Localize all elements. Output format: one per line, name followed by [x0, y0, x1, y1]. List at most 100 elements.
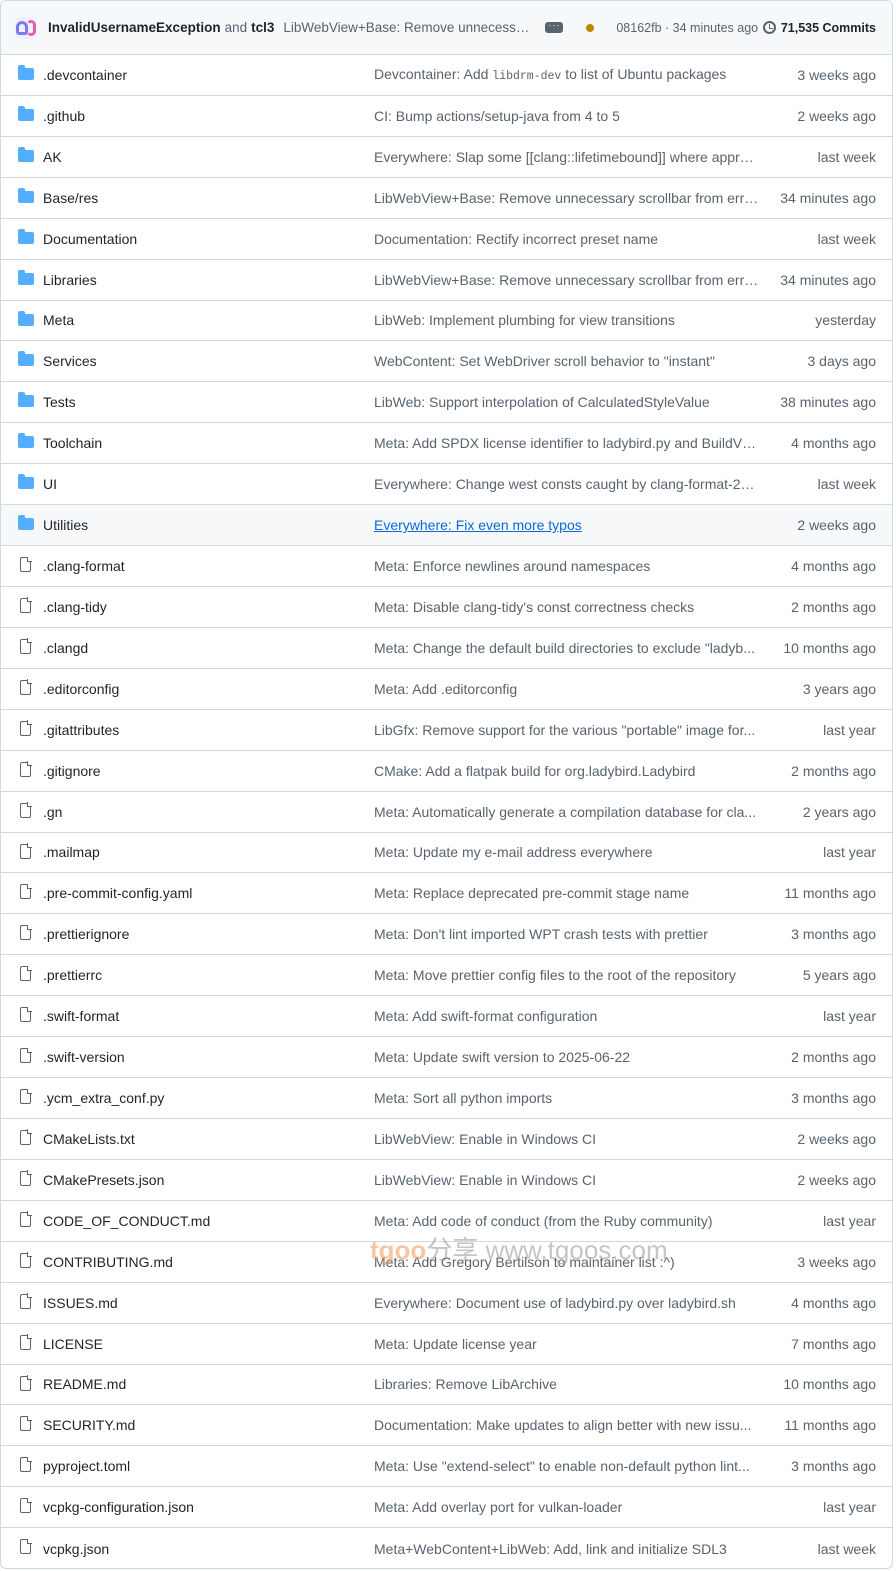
file-name-link[interactable]: Services: [43, 353, 374, 369]
table-row[interactable]: .clangd Meta: Change the default build di…: [1, 628, 892, 669]
file-name-link[interactable]: .devcontainer: [43, 67, 374, 83]
commit-message-link[interactable]: LibGfx: Remove support for the various "…: [374, 722, 759, 738]
table-row[interactable]: .gn Meta: Automatically generate a compil…: [1, 792, 892, 833]
table-row[interactable]: .gitattributes LibGfx: Remove support for…: [1, 710, 892, 751]
table-row[interactable]: .pre-commit-config.yaml Meta: Replace dep…: [1, 873, 892, 915]
status-dot-icon[interactable]: [586, 23, 595, 32]
commit-message-link[interactable]: Documentation: Rectify incorrect preset …: [374, 231, 759, 247]
commit-message-link[interactable]: Libraries: Remove LibArchive: [374, 1376, 759, 1392]
commit-message-link[interactable]: LibWeb: Support interpolation of Calcula…: [374, 394, 759, 410]
file-name-link[interactable]: Documentation: [43, 231, 374, 247]
table-row[interactable]: .gitignore CMake: Add a flatpak build for…: [1, 751, 892, 792]
file-name-link[interactable]: vcpkg.json: [43, 1541, 374, 1557]
table-row[interactable]: .github CI: Bump actions/setup-java from …: [1, 96, 892, 137]
table-row[interactable]: README.md Libraries: Remove LibArchive 10 …: [1, 1365, 892, 1406]
commit-message-link[interactable]: Meta+WebContent+LibWeb: Add, link and in…: [374, 1541, 759, 1557]
table-row[interactable]: CMakeLists.txt LibWebView: Enable in Wind…: [1, 1119, 892, 1160]
file-name-link[interactable]: .clangd: [43, 640, 374, 656]
table-row[interactable]: UI Everywhere: Change west consts caught …: [1, 464, 892, 506]
latest-commit-message[interactable]: LibWebView+Base: Remove unnecessa...: [283, 20, 533, 35]
table-row[interactable]: pyproject.toml Meta: Use "extend-select" …: [1, 1446, 892, 1488]
commit-message-link[interactable]: Meta: Update my e-mail address everywher…: [374, 844, 759, 860]
file-name-link[interactable]: Tests: [43, 394, 374, 410]
table-row[interactable]: Toolchain Meta: Add SPDX license identifi…: [1, 423, 892, 465]
commit-message-link[interactable]: Meta: Change the default build directori…: [374, 640, 759, 656]
commit-sha-time[interactable]: 08162fb · 34 minutes ago: [616, 21, 758, 35]
commit-message-link[interactable]: Meta: Add SPDX license identifier to lad…: [374, 435, 759, 451]
commit-message-link[interactable]: Meta: Use "extend-select" to enable non-…: [374, 1458, 759, 1474]
table-row[interactable]: LICENSE Meta: Update license year 7 months…: [1, 1324, 892, 1365]
commit-message-link[interactable]: Everywhere: Change west consts caught by…: [374, 476, 759, 492]
commit-message-link[interactable]: Meta: Sort all python imports: [374, 1090, 759, 1106]
table-row[interactable]: AK Everywhere: Slap some [[clang::lifetim…: [1, 137, 892, 178]
file-name-link[interactable]: Libraries: [43, 272, 374, 288]
table-row[interactable]: .mailmap Meta: Update my e-mail address e…: [1, 833, 892, 874]
commit-message-link[interactable]: LibWebView+Base: Remove unnecessary scro…: [374, 272, 759, 288]
file-name-link[interactable]: LICENSE: [43, 1336, 374, 1352]
commit-author-link[interactable]: InvalidUsernameException: [48, 20, 221, 35]
table-row[interactable]: .clang-format Meta: Enforce newlines arou…: [1, 546, 892, 587]
file-name-link[interactable]: .editorconfig: [43, 681, 374, 697]
file-name-link[interactable]: Utilities: [43, 517, 374, 533]
table-row[interactable]: Libraries LibWebView+Base: Remove unneces…: [1, 260, 892, 301]
table-row[interactable]: Base/res LibWebView+Base: Remove unnecess…: [1, 178, 892, 219]
commit-message-link[interactable]: Everywhere: Slap some [[clang::lifetimeb…: [374, 149, 759, 165]
table-row[interactable]: CMakePresets.json LibWebView: Enable in W…: [1, 1160, 892, 1201]
file-name-link[interactable]: AK: [43, 149, 374, 165]
table-row[interactable]: .ycm_extra_conf.py Meta: Sort all python …: [1, 1078, 892, 1119]
file-name-link[interactable]: .gn: [43, 804, 374, 820]
table-row[interactable]: Documentation Documentation: Rectify inco…: [1, 219, 892, 260]
file-name-link[interactable]: pyproject.toml: [43, 1458, 374, 1474]
commit-message-link[interactable]: LibWeb: Implement plumbing for view tran…: [374, 312, 759, 328]
table-row[interactable]: vcpkg.json Meta+WebContent+LibWeb: Add, l…: [1, 1528, 892, 1568]
table-row[interactable]: Services WebContent: Set WebDriver scroll…: [1, 341, 892, 383]
commit-message-link[interactable]: WebContent: Set WebDriver scroll behavio…: [374, 353, 759, 369]
expand-commit-icon[interactable]: ···: [545, 21, 564, 33]
commit-message-link[interactable]: Meta: Update license year: [374, 1336, 759, 1352]
file-name-link[interactable]: vcpkg-configuration.json: [43, 1499, 374, 1515]
file-name-link[interactable]: CMakePresets.json: [43, 1172, 374, 1188]
file-name-link[interactable]: Meta: [43, 312, 374, 328]
file-name-link[interactable]: .pre-commit-config.yaml: [43, 885, 374, 901]
commit-message-link[interactable]: Everywhere: Fix even more typos: [374, 517, 759, 533]
commit-message-link[interactable]: Meta: Add .editorconfig: [374, 681, 759, 697]
coauthor-link[interactable]: tcl3: [251, 20, 274, 35]
commit-message-link[interactable]: Meta: Don't lint imported WPT crash test…: [374, 926, 759, 942]
file-name-link[interactable]: .clang-format: [43, 558, 374, 574]
commit-message-link[interactable]: Meta: Add Gregory Bertilson to maintaine…: [374, 1254, 759, 1270]
table-row[interactable]: .editorconfig Meta: Add .editorconfig 3 ye…: [1, 669, 892, 710]
table-row[interactable]: vcpkg-configuration.json Meta: Add overla…: [1, 1487, 892, 1529]
table-row[interactable]: .clang-tidy Meta: Disable clang-tidy's co…: [1, 587, 892, 628]
commit-message-link[interactable]: Meta: Add code of conduct (from the Ruby…: [374, 1213, 759, 1229]
commit-message-link[interactable]: Meta: Automatically generate a compilati…: [374, 804, 759, 820]
commit-message-link[interactable]: LibWebView: Enable in Windows CI: [374, 1172, 759, 1188]
file-name-link[interactable]: Toolchain: [43, 435, 374, 451]
table-row[interactable]: .devcontainer Devcontainer: Add libdrm-de…: [1, 55, 892, 96]
file-name-link[interactable]: .gitattributes: [43, 722, 374, 738]
file-name-link[interactable]: .prettierignore: [43, 926, 374, 942]
commit-message-link[interactable]: Meta: Enforce newlines around namespaces: [374, 558, 759, 574]
file-name-link[interactable]: .swift-format: [43, 1008, 374, 1024]
commit-message-link[interactable]: Meta: Add swift-format configuration: [374, 1008, 759, 1024]
commit-message-link[interactable]: Meta: Move prettier config files to the …: [374, 967, 759, 983]
file-name-link[interactable]: CMakeLists.txt: [43, 1131, 374, 1147]
table-row[interactable]: Utilities Everywhere: Fix even more typos…: [1, 505, 892, 547]
commit-message-link[interactable]: CMake: Add a flatpak build for org.ladyb…: [374, 763, 759, 779]
file-name-link[interactable]: SECURITY.md: [43, 1417, 374, 1433]
table-row[interactable]: CONTRIBUTING.md Meta: Add Gregory Bertils…: [1, 1242, 892, 1283]
commit-message-link[interactable]: Devcontainer: Add libdrm-dev to list of …: [374, 66, 759, 83]
file-name-link[interactable]: CONTRIBUTING.md: [43, 1254, 374, 1270]
table-row[interactable]: .swift-format Meta: Add swift-format conf…: [1, 996, 892, 1038]
table-row[interactable]: CODE_OF_CONDUCT.md Meta: Add code of cond…: [1, 1201, 892, 1242]
file-name-link[interactable]: .swift-version: [43, 1049, 374, 1065]
commit-message-link[interactable]: Meta: Disable clang-tidy's const correct…: [374, 599, 759, 615]
table-row[interactable]: Tests LibWeb: Support interpolation of Ca…: [1, 382, 892, 424]
table-row[interactable]: ISSUES.md Everywhere: Document use of lad…: [1, 1283, 892, 1324]
table-row[interactable]: SECURITY.md Documentation: Make updates t…: [1, 1405, 892, 1447]
avatar[interactable]: [15, 16, 37, 39]
file-name-link[interactable]: .mailmap: [43, 844, 374, 860]
file-name-link[interactable]: ISSUES.md: [43, 1295, 374, 1311]
commit-message-link[interactable]: CI: Bump actions/setup-java from 4 to 5: [374, 108, 759, 124]
file-name-link[interactable]: .prettierrc: [43, 967, 374, 983]
commit-message-link[interactable]: LibWebView: Enable in Windows CI: [374, 1131, 759, 1147]
